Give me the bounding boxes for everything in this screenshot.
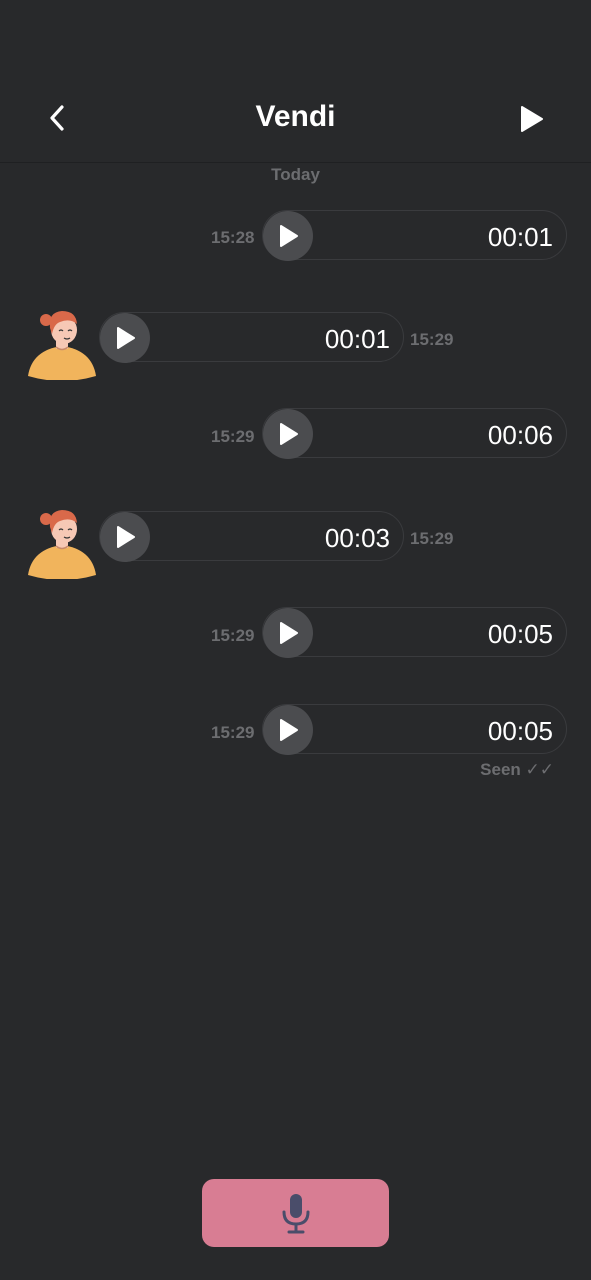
avatar bbox=[28, 311, 96, 380]
play-button[interactable] bbox=[263, 211, 313, 261]
seen-status: Seen ✓✓ bbox=[480, 760, 554, 779]
play-button[interactable] bbox=[263, 608, 313, 658]
play-icon bbox=[117, 327, 135, 349]
play-icon bbox=[521, 106, 543, 132]
play-all-button[interactable] bbox=[511, 99, 551, 139]
play-button[interactable] bbox=[263, 409, 313, 459]
voice-bubble[interactable]: 00:01 bbox=[262, 210, 567, 261]
play-icon bbox=[280, 423, 298, 445]
voice-bubble[interactable]: 00:05 bbox=[262, 704, 567, 755]
play-button[interactable] bbox=[263, 705, 313, 755]
chat-title: Vendi bbox=[255, 100, 336, 133]
voice-bubble[interactable]: 00:01 bbox=[99, 312, 404, 363]
play-button[interactable] bbox=[100, 313, 150, 363]
chat-header: Vendi bbox=[0, 0, 591, 163]
message-time: 15:29 bbox=[211, 723, 255, 742]
play-icon bbox=[280, 719, 298, 741]
play-icon bbox=[280, 622, 298, 644]
message-time: 15:28 bbox=[211, 228, 255, 247]
message-time: 15:29 bbox=[211, 626, 255, 645]
play-icon bbox=[280, 225, 298, 247]
voice-duration: 00:01 bbox=[487, 222, 553, 252]
record-voice-button[interactable] bbox=[202, 1179, 389, 1247]
play-icon bbox=[117, 526, 135, 548]
voice-duration: 00:05 bbox=[487, 716, 553, 746]
chat-screen: Vendi Today 15:28 00:01 00:01 15:29 15:2… bbox=[0, 0, 591, 1280]
play-button[interactable] bbox=[100, 512, 150, 562]
voice-duration: 00:01 bbox=[324, 324, 390, 354]
voice-duration: 00:03 bbox=[324, 523, 390, 553]
voice-duration: 00:06 bbox=[487, 420, 553, 450]
voice-bubble[interactable]: 00:03 bbox=[99, 511, 404, 562]
microphone-icon bbox=[282, 1194, 309, 1234]
avatar bbox=[28, 510, 96, 579]
date-separator: Today bbox=[271, 165, 320, 184]
message-time: 15:29 bbox=[211, 427, 255, 446]
message-time: 15:29 bbox=[410, 529, 454, 548]
voice-bubble[interactable]: 00:05 bbox=[262, 607, 567, 658]
voice-bubble[interactable]: 00:06 bbox=[262, 408, 567, 459]
message-time: 15:29 bbox=[410, 330, 454, 349]
voice-duration: 00:05 bbox=[487, 619, 553, 649]
